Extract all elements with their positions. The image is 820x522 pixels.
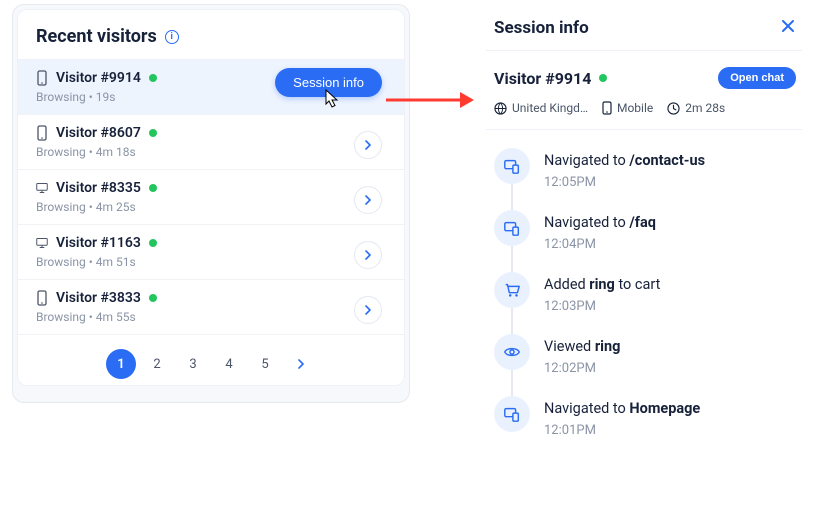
timeline-item: Navigated to /contact-us 12:05PM	[494, 148, 796, 210]
expand-button[interactable]	[354, 186, 382, 214]
mobile-icon	[36, 125, 48, 141]
mobile-icon	[602, 101, 612, 115]
visitor-row[interactable]: Visitor #8335 Browsing • 4m 25s	[18, 170, 404, 225]
online-dot	[599, 74, 607, 82]
mobile-icon	[36, 70, 48, 86]
session-info-header: Session info	[486, 14, 802, 51]
nav-icon	[494, 210, 530, 246]
online-dot	[149, 74, 157, 82]
meta-duration: 2m 28s	[667, 101, 725, 115]
pagination-next[interactable]	[286, 349, 316, 379]
timeline-text: Navigated to Homepage	[544, 400, 700, 417]
online-dot	[149, 239, 157, 247]
online-dot	[149, 184, 157, 192]
pagination: 12345	[18, 335, 404, 385]
page-5[interactable]: 5	[250, 349, 280, 379]
callout-arrow	[384, 88, 476, 112]
recent-visitors-header: Recent visitors i	[18, 10, 404, 60]
visitor-status: Browsing • 4m 51s	[36, 255, 388, 269]
nav-icon	[494, 396, 530, 432]
session-timeline: Navigated to /contact-us12:05PMNavigated…	[486, 130, 802, 458]
session-meta: United Kingd… Mobile 2m 28s	[486, 99, 802, 130]
session-visitor-row: Visitor #9914 Open chat	[486, 51, 802, 99]
visitor-row[interactable]: Visitor #8607 Browsing • 4m 18s	[18, 115, 404, 170]
visitor-status: Browsing • 4m 55s	[36, 310, 388, 324]
online-dot	[149, 129, 157, 137]
info-icon[interactable]: i	[165, 30, 179, 44]
timeline-text: Viewed ring	[544, 338, 620, 355]
page-2[interactable]: 2	[142, 349, 172, 379]
timeline-time: 12:02PM	[544, 361, 620, 376]
expand-button[interactable]	[354, 131, 382, 159]
expand-button[interactable]	[354, 241, 382, 269]
nav-icon	[494, 148, 530, 184]
visitor-name: Visitor #1163	[56, 235, 141, 251]
visitor-list: Visitor #9914Browsing • 19sSession infoV…	[18, 60, 404, 335]
visitor-name: Visitor #8335	[56, 180, 141, 196]
page-3[interactable]: 3	[178, 349, 208, 379]
visitor-name: Visitor #9914	[56, 70, 141, 86]
session-info-panel: Session info Visitor #9914 Open chat Uni…	[476, 0, 814, 458]
recent-visitors-card: Recent visitors i Visitor #9914Browsing …	[17, 9, 405, 386]
clock-icon	[667, 102, 680, 115]
open-chat-button[interactable]: Open chat	[718, 67, 796, 89]
timeline-text: Added ring to cart	[544, 276, 660, 293]
chevron-right-icon	[296, 359, 306, 369]
visitor-status: Browsing • 4m 18s	[36, 145, 388, 159]
timeline-item: Navigated to /faq 12:04PM	[494, 210, 796, 272]
desktop-icon	[36, 180, 48, 196]
session-visitor-name: Visitor #9914	[494, 69, 607, 88]
globe-icon	[494, 102, 507, 115]
timeline-item: Viewed ring 12:02PM	[494, 334, 796, 396]
page-4[interactable]: 4	[214, 349, 244, 379]
timeline-item: Added ring to cart 12:03PM	[494, 272, 796, 334]
timeline-time: 12:05PM	[544, 175, 705, 190]
visitor-row[interactable]: Visitor #3833 Browsing • 4m 55s	[18, 280, 404, 335]
cursor-icon	[320, 88, 342, 110]
recent-visitors-panel: Recent visitors i Visitor #9914Browsing …	[12, 4, 410, 403]
visitor-name: Visitor #3833	[56, 290, 141, 306]
expand-button[interactable]	[354, 296, 382, 324]
session-info-title: Session info	[494, 18, 589, 38]
mobile-icon	[36, 290, 48, 306]
recent-visitors-title: Recent visitors	[36, 26, 157, 47]
page-1[interactable]: 1	[106, 349, 136, 379]
desktop-icon	[36, 235, 48, 251]
timeline-time: 12:04PM	[544, 237, 656, 252]
eye-icon	[494, 334, 530, 370]
visitor-row[interactable]: Visitor #1163 Browsing • 4m 51s	[18, 225, 404, 280]
visitor-status: Browsing • 4m 25s	[36, 200, 388, 214]
timeline-item: Navigated to Homepage 12:01PM	[494, 396, 796, 458]
meta-location: United Kingd…	[494, 101, 588, 115]
online-dot	[149, 294, 157, 302]
close-icon	[780, 18, 796, 34]
close-button[interactable]	[780, 18, 796, 38]
timeline-time: 12:03PM	[544, 299, 660, 314]
timeline-text: Navigated to /contact-us	[544, 152, 705, 169]
visitor-name: Visitor #8607	[56, 125, 141, 141]
timeline-time: 12:01PM	[544, 423, 700, 438]
meta-device: Mobile	[602, 101, 653, 115]
timeline-text: Navigated to /faq	[544, 214, 656, 231]
visitor-row[interactable]: Visitor #9914Browsing • 19sSession info	[18, 60, 404, 115]
cart-icon	[494, 272, 530, 308]
